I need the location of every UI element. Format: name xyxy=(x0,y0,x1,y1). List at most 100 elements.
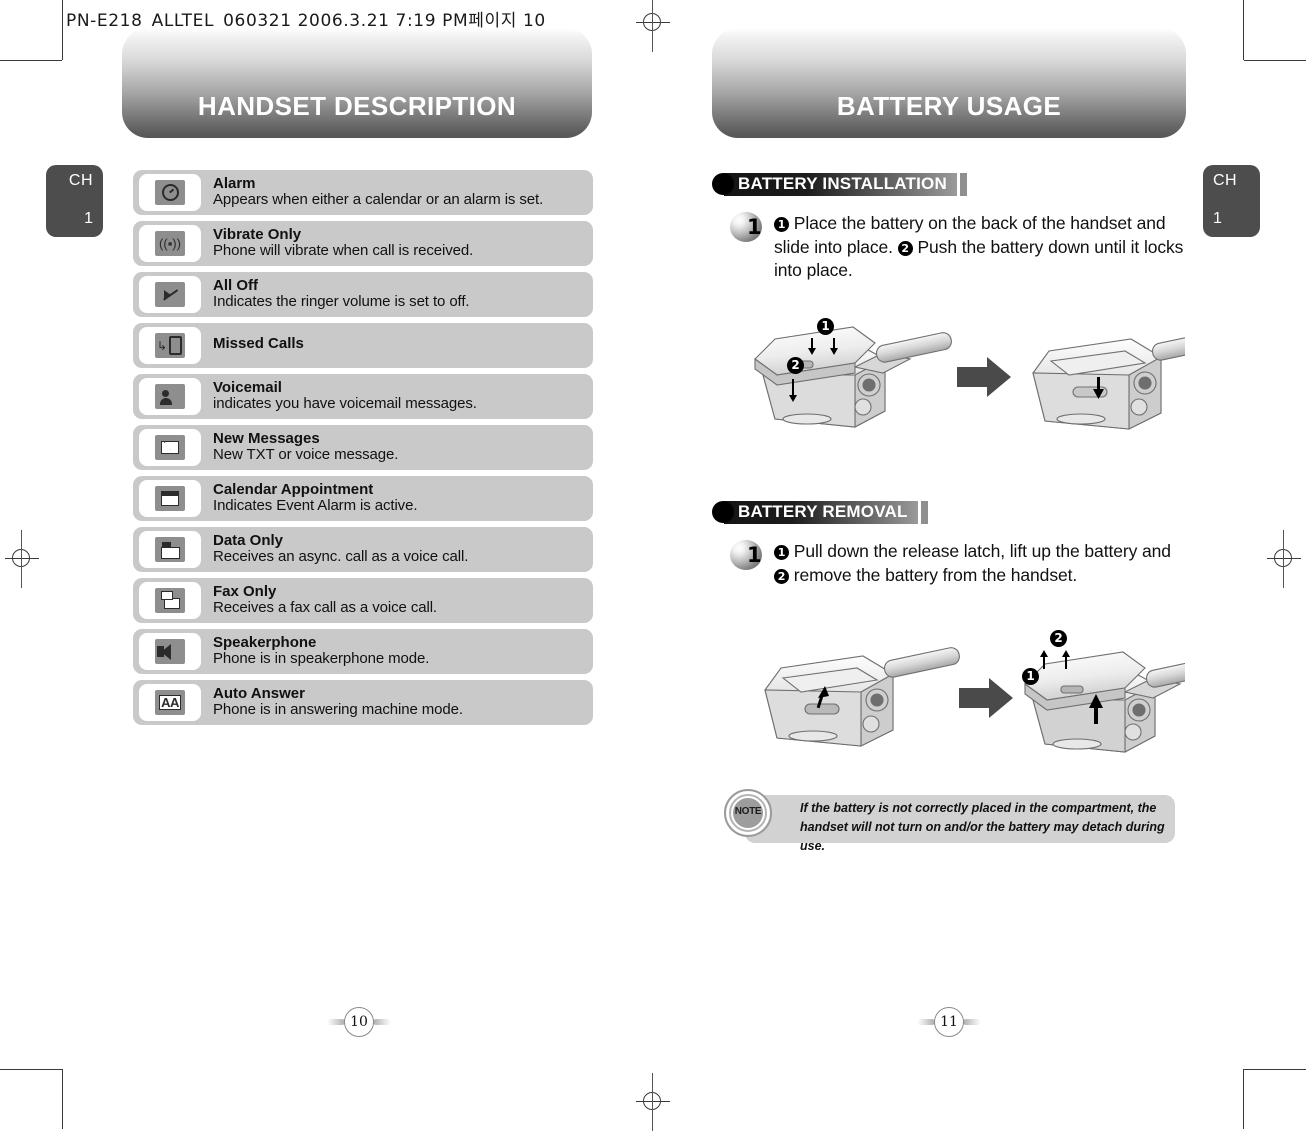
inline-marker-1: 1 xyxy=(774,545,789,560)
registration-mark-top xyxy=(636,0,670,52)
icon-container xyxy=(139,480,201,517)
icon-container xyxy=(139,378,201,415)
section-heading-cap xyxy=(920,500,928,524)
list-item: Data Only Receives an async. call as a v… xyxy=(133,527,593,572)
list-item: All Off Indicates the ringer volume is s… xyxy=(133,272,593,317)
auto-answer-icon: AA xyxy=(155,690,185,715)
registration-mark-right xyxy=(1267,530,1301,588)
list-item: Calendar Appointment Indicates Event Ala… xyxy=(133,476,593,521)
list-item-desc: Indicates the ringer volume is set to of… xyxy=(213,293,470,310)
vibrate-icon: ((▪)) xyxy=(155,231,185,256)
list-item-title: Voicemail xyxy=(213,378,282,396)
page-number-right: 11 xyxy=(917,1005,981,1039)
phone-illustration-svg xyxy=(764,647,1222,753)
icon-container xyxy=(139,276,201,313)
icon-container: ((▪)) xyxy=(139,225,201,262)
figure-callout-1-removal: 1 xyxy=(1022,668,1039,685)
handset-icon-list: Alarm Appears when either a calendar or … xyxy=(133,170,593,731)
list-item-title: Missed Calls xyxy=(213,334,304,352)
callout-number: 2 xyxy=(787,357,804,374)
list-item: Fax Only Receives a fax call as a voice … xyxy=(133,578,593,623)
list-item-title: Speakerphone xyxy=(213,633,317,651)
registration-mark-bottom xyxy=(636,1073,670,1131)
note-text: If the battery is not correctly placed i… xyxy=(800,801,1165,853)
section-heading-battery-removal: BATTERY REMOVAL xyxy=(712,500,928,524)
crop-mark xyxy=(1243,1069,1244,1129)
list-item-desc: Appears when either a calendar or an ala… xyxy=(213,191,544,208)
step-text-part2: remove the battery from the handset. xyxy=(793,564,1078,585)
icon-container xyxy=(139,531,201,568)
section-heading-battery-installation: BATTERY INSTALLATION xyxy=(712,172,967,196)
chapter-tab-right: CH 1 xyxy=(1203,165,1260,237)
list-item: ((▪)) Vibrate Only Phone will vibrate wh… xyxy=(133,221,593,266)
figure-callout-1-install: 1 xyxy=(817,318,834,335)
ringer-off-icon xyxy=(155,282,185,307)
step-text-part1: Pull down the release latch, lift up the… xyxy=(793,541,1171,561)
crop-mark xyxy=(1243,0,1244,60)
speaker-icon xyxy=(155,639,185,664)
icon-container xyxy=(139,582,201,619)
down-arrow-icon xyxy=(789,379,797,405)
step-number-badge: 1 xyxy=(730,540,768,570)
list-item: Speakerphone Phone is in speakerphone mo… xyxy=(133,629,593,674)
list-item-desc: indicates you have voicemail messages. xyxy=(213,395,477,412)
list-item-title: Fax Only xyxy=(213,582,277,600)
page-number-left: 10 xyxy=(327,1005,391,1039)
list-item: Missed Calls xyxy=(133,323,593,368)
chapter-tab-label: CH xyxy=(1213,172,1238,189)
bullet-dot-icon xyxy=(712,501,734,523)
icon-container xyxy=(139,327,201,364)
list-item-title: All Off xyxy=(213,276,258,294)
chapter-tab-number: 1 xyxy=(84,210,93,227)
page-number-value: 10 xyxy=(344,1007,374,1037)
left-page-banner: HANDSET DESCRIPTION xyxy=(122,28,592,138)
flow-arrow-icon xyxy=(959,678,1013,718)
list-item-desc: Phone is in speakerphone mode. xyxy=(213,650,430,667)
list-item-desc: Phone will vibrate when call is received… xyxy=(213,242,474,259)
list-item-title: New Messages xyxy=(213,429,320,447)
crop-mark xyxy=(1244,60,1306,61)
data-only-icon xyxy=(155,537,185,562)
calendar-icon xyxy=(155,486,185,511)
alarm-clock-icon xyxy=(155,180,185,205)
chapter-tab-left: CH 1 xyxy=(46,165,103,237)
icon-container xyxy=(139,429,201,466)
right-page-banner: BATTERY USAGE xyxy=(712,28,1186,138)
section-heading-label: BATTERY INSTALLATION xyxy=(738,174,947,193)
step-battery-removal: 1 1 Pull down the release latch, lift up… xyxy=(730,540,1190,587)
figure-callout-2-removal: 2 xyxy=(1050,630,1067,647)
flow-arrow-icon xyxy=(957,357,1011,397)
section-heading-label: BATTERY REMOVAL xyxy=(738,502,908,521)
list-item-title: Data Only xyxy=(213,531,284,549)
envelope-icon xyxy=(155,435,185,460)
missed-call-icon xyxy=(155,333,185,358)
registration-mark-left xyxy=(5,530,39,588)
list-item: Voicemail indicates you have voicemail m… xyxy=(133,374,593,419)
list-item-desc: Receives a fax call as a voice call. xyxy=(213,599,438,616)
icon-container: AA xyxy=(139,684,201,721)
step-text: 1 Place the battery on the back of the h… xyxy=(774,212,1184,283)
battery-removal-figure xyxy=(735,632,1222,757)
icon-container xyxy=(139,174,201,211)
icon-container xyxy=(139,633,201,670)
list-item: Alarm Appears when either a calendar or … xyxy=(133,170,593,215)
step-number: 1 xyxy=(747,215,762,239)
figure-callout-2-install: 2 xyxy=(787,357,804,374)
inline-marker-2: 2 xyxy=(897,240,913,256)
list-item-desc: Phone is in answering machine mode. xyxy=(213,701,463,718)
battery-installation-figure xyxy=(735,315,1228,435)
callout-number: 1 xyxy=(1022,668,1039,685)
inline-marker-1: 1 xyxy=(774,217,789,232)
chapter-tab-number: 1 xyxy=(1213,210,1222,227)
step-text: 1 Pull down the release latch, lift up t… xyxy=(774,540,1184,587)
page-number-value: 11 xyxy=(934,1007,964,1037)
crop-mark xyxy=(0,60,62,61)
list-item-desc: New TXT or voice message. xyxy=(213,446,399,463)
list-item-title: Vibrate Only xyxy=(213,225,302,243)
step-number: 1 xyxy=(747,543,762,567)
phone-illustration-svg xyxy=(754,326,1228,430)
list-item: New Messages New TXT or voice message. xyxy=(133,425,593,470)
chapter-tab-label: CH xyxy=(68,172,93,189)
section-heading-cap xyxy=(959,172,967,196)
bullet-dot-icon xyxy=(712,173,734,195)
